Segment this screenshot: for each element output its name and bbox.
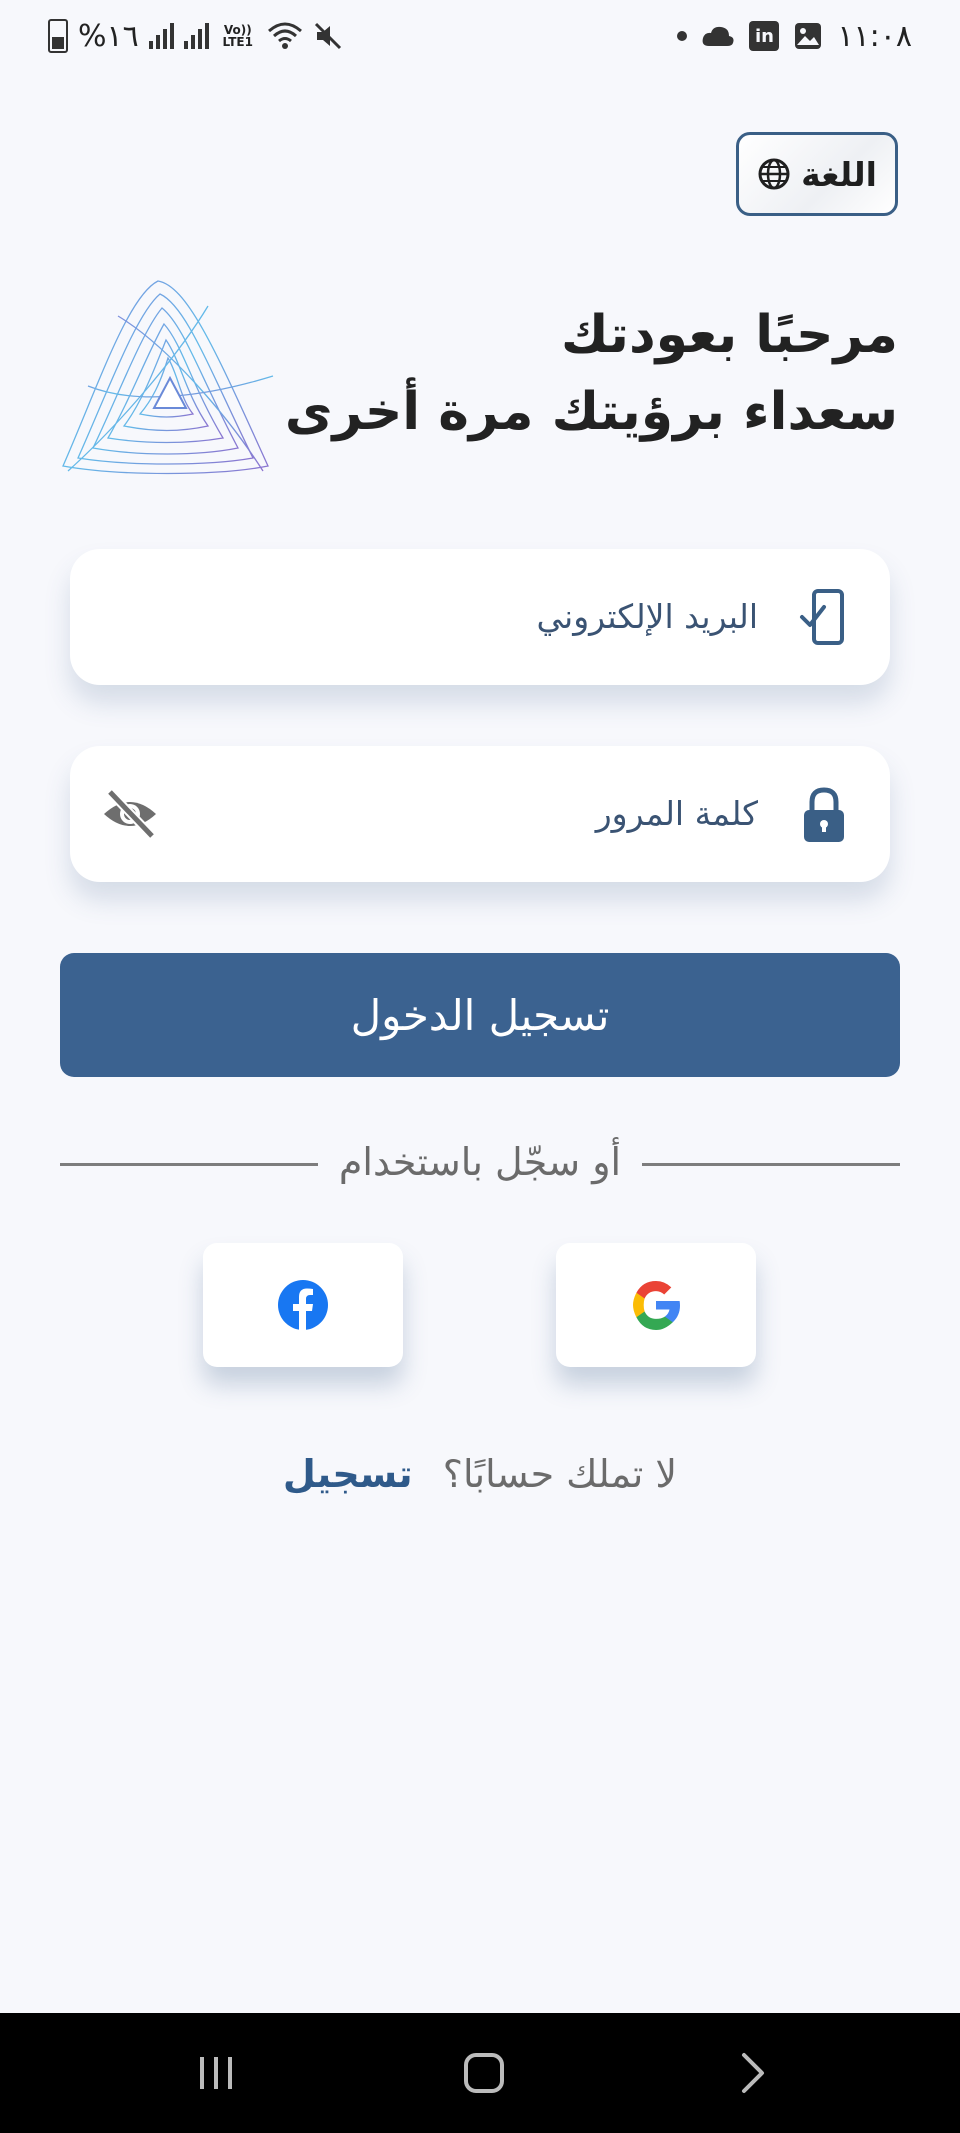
login-button[interactable]: تسجيل الدخول	[60, 953, 900, 1077]
lock-icon	[804, 787, 844, 842]
gallery-icon	[795, 23, 822, 49]
signup-row: لا تملك حسابًا؟ تسجيل	[0, 1452, 960, 1496]
wifi-icon	[267, 22, 302, 49]
status-left: %١٦ Vo)) LTE1	[48, 14, 343, 58]
phone-check-icon	[800, 589, 844, 645]
recents-icon[interactable]	[186, 2043, 246, 2103]
mute-icon	[314, 22, 341, 50]
status-bar: %١٦ Vo)) LTE1 in ١١:٠٨	[0, 0, 960, 72]
globe-icon	[758, 158, 790, 190]
email-placeholder: البريد الإلكتروني	[536, 597, 758, 636]
language-label: اللغة	[801, 154, 877, 194]
app-logo	[62, 280, 274, 475]
back-icon[interactable]	[722, 2043, 782, 2103]
divider-line-left	[60, 1163, 318, 1166]
divider-text: أو سجّل باستخدام	[338, 1140, 622, 1184]
facebook-login-button[interactable]	[203, 1243, 403, 1367]
password-field[interactable]: كلمة المرور	[70, 746, 890, 882]
battery-percent: %١٦	[78, 18, 139, 54]
email-field[interactable]: البريد الإلكتروني	[70, 549, 890, 685]
eye-off-icon[interactable]	[100, 784, 160, 844]
network-label: Vo)) LTE1	[222, 23, 253, 49]
system-nav-bar	[0, 2013, 960, 2133]
signup-prompt: لا تملك حسابًا؟	[442, 1452, 678, 1496]
home-icon[interactable]	[454, 2043, 514, 2103]
signup-link[interactable]: تسجيل	[283, 1452, 413, 1496]
battery-icon	[48, 19, 68, 53]
google-login-button[interactable]	[556, 1243, 756, 1367]
notification-dot-icon	[677, 31, 688, 41]
welcome-subtitle: سعداء برؤيتك مرة أخرى	[284, 382, 898, 442]
linkedin-icon: in	[749, 21, 780, 51]
language-button[interactable]: اللغة	[736, 132, 898, 216]
password-placeholder: كلمة المرور	[595, 794, 758, 833]
signal-icon	[148, 23, 174, 49]
facebook-icon	[278, 1280, 328, 1330]
signal-icon-2	[183, 23, 209, 49]
divider-line-right	[642, 1163, 900, 1166]
clock: ١١:٠٨	[837, 18, 912, 54]
status-right: in ١١:٠٨	[677, 14, 912, 58]
google-icon	[633, 1281, 680, 1330]
cloud-icon	[703, 26, 734, 46]
welcome-title: مرحبًا بعودتك	[561, 305, 898, 365]
